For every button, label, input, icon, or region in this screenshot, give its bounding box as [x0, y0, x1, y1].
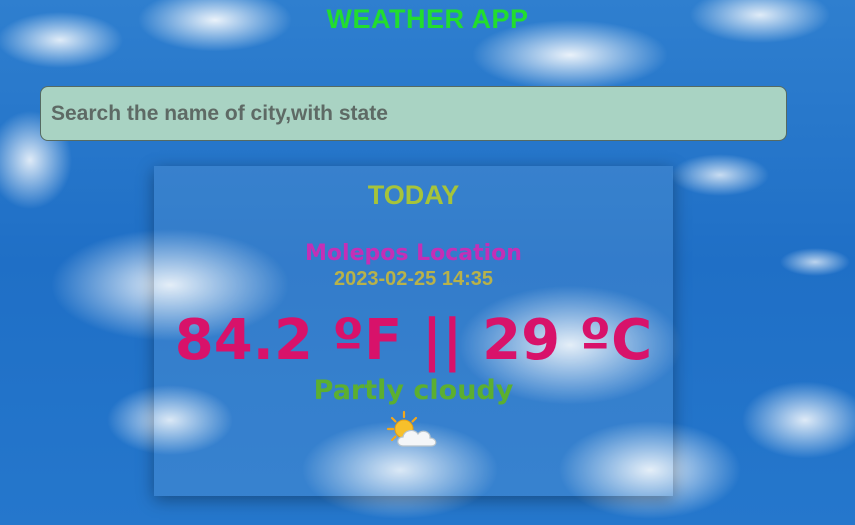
card-heading: TODAY	[367, 180, 460, 210]
search-box[interactable]	[40, 86, 787, 141]
temperature-readout: 84.2 ºF || 29 ºC	[174, 308, 653, 373]
weather-card: TODAY Molepos Location 2023-02-25 14:35 …	[154, 166, 673, 496]
search-input[interactable]	[51, 87, 786, 140]
location-name: Molepos Location	[305, 241, 522, 266]
weather-condition: Partly cloudy	[313, 375, 514, 406]
app-title: WEATHER APP	[326, 4, 529, 34]
date-time: 2023-02-25 14:35	[333, 268, 493, 290]
partly-cloudy-icon	[386, 410, 436, 447]
